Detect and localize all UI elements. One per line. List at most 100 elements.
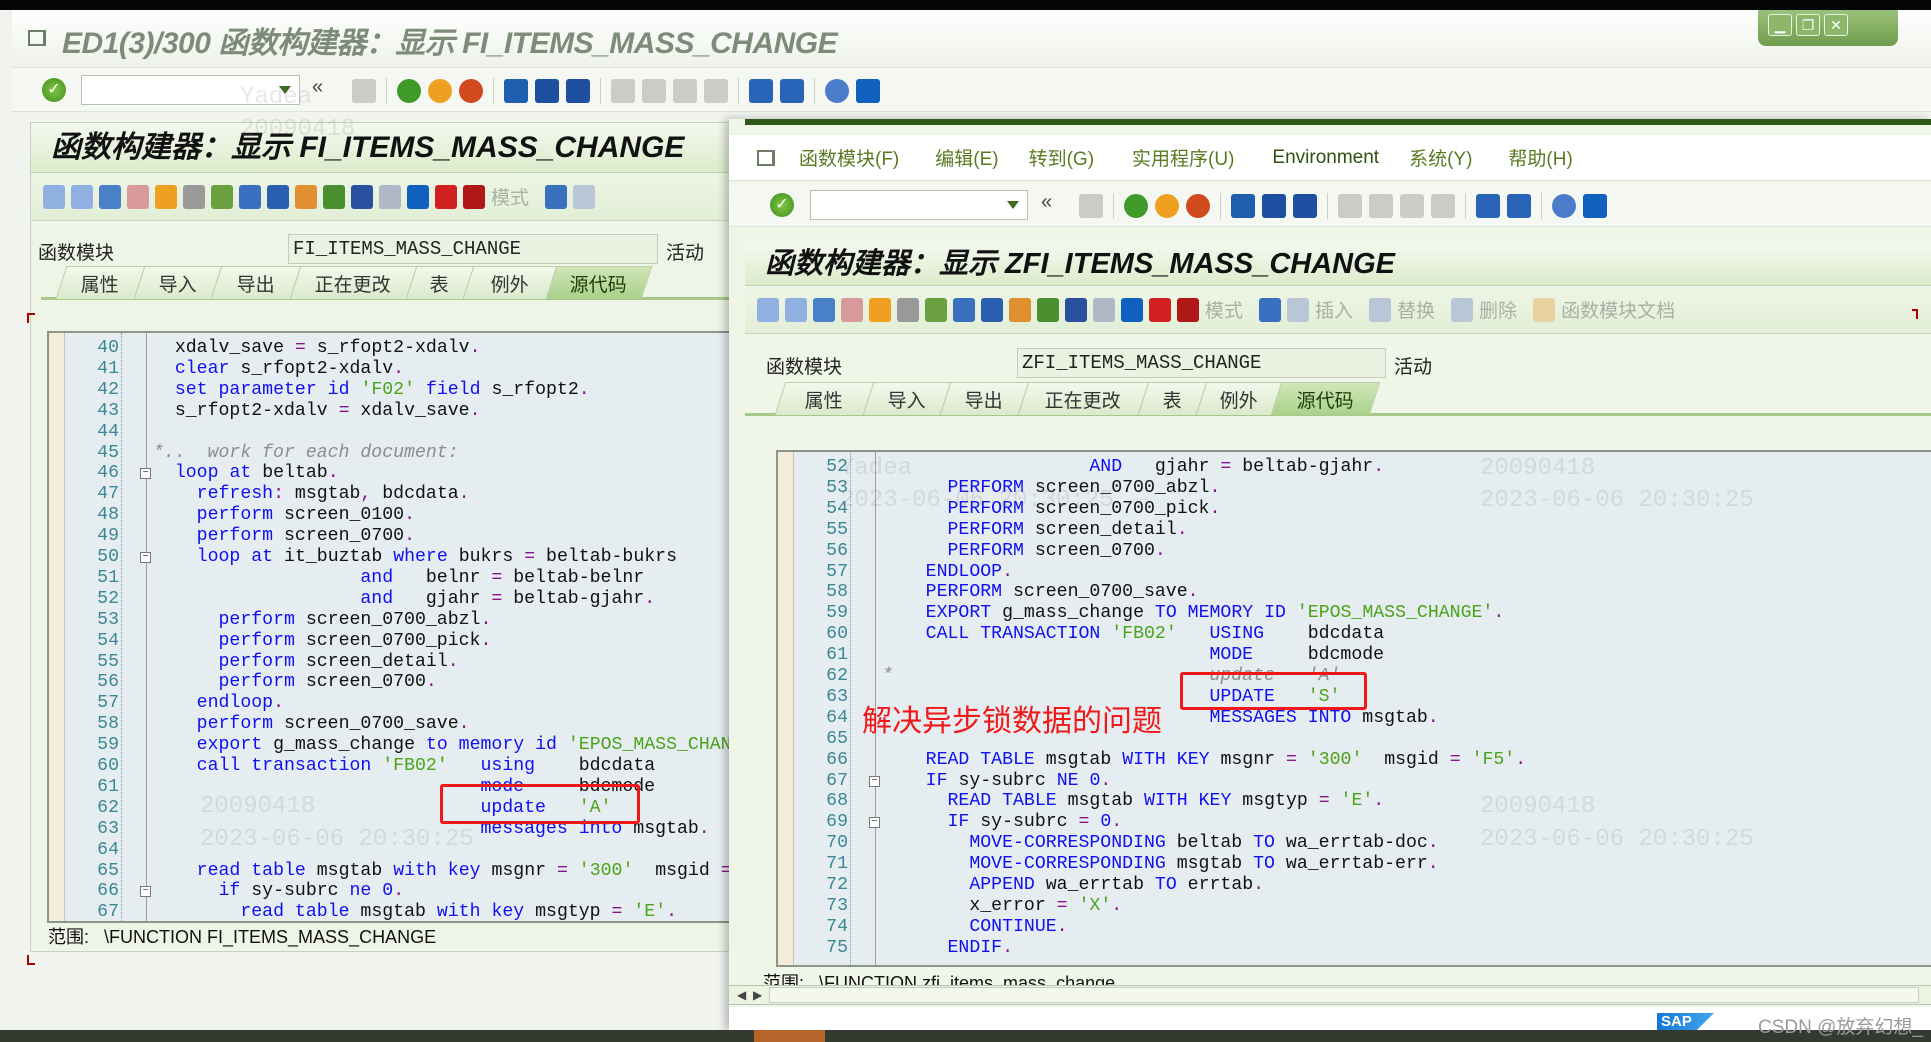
code-line[interactable]: x_error = 'X'.	[882, 896, 1122, 917]
enter-icon[interactable]: ✓	[42, 78, 66, 102]
code-line[interactable]: perform screen_0700_pick.	[153, 631, 492, 652]
delete-icon[interactable]	[1451, 297, 1474, 322]
save-icon[interactable]	[1079, 194, 1103, 218]
close-button[interactable]: ✕	[1824, 14, 1848, 36]
insert-button[interactable]: 插入	[1315, 296, 1353, 323]
next-page-icon[interactable]	[673, 79, 697, 103]
find-next-icon[interactable]	[1293, 194, 1317, 218]
dropdown-icon[interactable]	[279, 86, 291, 94]
cancel-icon[interactable]	[459, 79, 483, 103]
stop-icon[interactable]	[1177, 297, 1199, 322]
exit-icon[interactable]	[1155, 194, 1179, 218]
back-arrow-icon[interactable]	[757, 297, 779, 322]
code-line[interactable]: MOVE-CORRESPONDING beltab TO wa_errtab-d…	[882, 833, 1438, 854]
help-icon[interactable]	[1552, 194, 1576, 218]
tab-1[interactable]: 导入	[862, 382, 952, 415]
code-line[interactable]: PERFORM screen_detail.	[882, 520, 1188, 541]
menu-item-2[interactable]: 转到(G)	[1029, 144, 1094, 171]
forward-arrow-icon[interactable]	[785, 297, 807, 322]
code-line[interactable]: refresh: msgtab, bdcdata.	[153, 484, 470, 505]
shortcut-icon[interactable]	[780, 79, 804, 103]
menu-item-1[interactable]: 编辑(E)	[935, 144, 998, 171]
code-line[interactable]: loop at it_buztab where bukrs = beltab-b…	[153, 547, 677, 568]
menu-item-3[interactable]: 实用程序(U)	[1132, 144, 1234, 171]
scroll-left-icon[interactable]: ◀	[737, 988, 746, 1002]
tab-2[interactable]: 导出	[210, 266, 302, 299]
horizontal-scrollbar[interactable]: ◀ ▶	[729, 985, 1931, 1005]
back-icon[interactable]	[397, 79, 421, 103]
code-line[interactable]: set parameter id 'F02' field s_rfopt2.	[153, 380, 590, 401]
code-line[interactable]: READ TABLE msgtab WITH KEY msgnr = '300'…	[882, 750, 1526, 771]
tab-0[interactable]: 属性	[55, 266, 146, 299]
code-line[interactable]: IF sy-subrc NE 0.	[882, 771, 1112, 792]
active-inactive-icon[interactable]	[155, 184, 177, 209]
code-line[interactable]: call transaction 'FB02' using bdcdata	[153, 756, 655, 777]
code-line[interactable]: ENDLOOP.	[882, 562, 1013, 583]
code-line[interactable]: PERFORM screen_0700.	[882, 541, 1166, 562]
other-object-icon[interactable]	[813, 297, 835, 322]
code-line[interactable]: clear s_rfopt2-xdalv.	[153, 359, 404, 380]
info-icon[interactable]	[407, 184, 429, 209]
code-line[interactable]: CONTINUE.	[882, 917, 1067, 938]
scroll-right-icon[interactable]: ▶	[753, 988, 762, 1002]
code-line[interactable]: xdalv_save = s_rfopt2-xdalv.	[153, 338, 481, 359]
activate-icon[interactable]	[981, 297, 1003, 322]
fold-toggle-icon[interactable]: −	[140, 886, 151, 898]
print-icon[interactable]	[504, 79, 528, 103]
list-icon[interactable]	[379, 184, 401, 209]
pretty-printer-icon[interactable]	[351, 184, 373, 209]
tab-2[interactable]: 导出	[939, 382, 1030, 415]
other-object-icon[interactable]	[99, 184, 121, 209]
maximize-button[interactable]: ❐	[1796, 14, 1820, 36]
code-line[interactable]: and gjahr = beltab-gjahr.	[153, 589, 655, 610]
tab-6[interactable]: 源代码	[1270, 382, 1381, 415]
find-next-icon[interactable]	[566, 79, 590, 103]
code-line[interactable]: EXPORT g_mass_change TO MEMORY ID 'EPOS_…	[882, 603, 1505, 624]
code-line[interactable]: s_rfopt2-xdalv = xdalv_save.	[153, 401, 481, 422]
next-page-icon[interactable]	[1400, 194, 1424, 218]
where-used-icon[interactable]	[897, 297, 919, 322]
window-menu-icon[interactable]	[757, 149, 775, 166]
doc-button[interactable]: 函数模块文档	[1561, 296, 1675, 323]
tab-3[interactable]: 正在更改	[289, 266, 418, 299]
code-line[interactable]: export g_mass_change to memory id 'EPOS_…	[153, 735, 745, 756]
code-line[interactable]: PERFORM screen_0700_pick.	[882, 499, 1221, 520]
fold-toggle-icon[interactable]: −	[869, 817, 880, 829]
collapse-toolbar-button[interactable]: «	[1041, 191, 1052, 214]
breakpoint-icon[interactable]	[1149, 297, 1171, 322]
minimize-button[interactable]: ▁	[1768, 14, 1792, 36]
code-line[interactable]: PERFORM screen_0700_abzl.	[882, 478, 1221, 499]
check-icon[interactable]	[239, 184, 261, 209]
dropdown-icon[interactable]	[1007, 201, 1019, 209]
previous-page-icon[interactable]	[1369, 194, 1393, 218]
help-icon[interactable]	[825, 79, 849, 103]
code-line[interactable]: ENDIF.	[882, 938, 1014, 959]
new-session-icon[interactable]	[1476, 194, 1500, 218]
check-icon[interactable]	[953, 297, 975, 322]
scrollbar-track[interactable]	[769, 987, 1919, 1003]
test-icon[interactable]	[925, 297, 947, 322]
pretty-printer-icon[interactable]	[1065, 297, 1087, 322]
find-icon[interactable]	[1262, 194, 1286, 218]
display-change-icon[interactable]	[841, 297, 863, 322]
display-change-icon[interactable]	[127, 184, 149, 209]
code-line[interactable]: perform screen_detail.	[153, 652, 459, 673]
enter-icon[interactable]: ✓	[770, 193, 794, 217]
first-page-icon[interactable]	[1338, 194, 1362, 218]
function-module-field[interactable]: ZFI_ITEMS_MASS_CHANGE	[1017, 348, 1386, 378]
menu-item-4[interactable]: Environment	[1272, 147, 1379, 169]
command-field[interactable]	[810, 190, 1028, 220]
navigate-icon[interactable]	[1009, 297, 1031, 322]
last-page-icon[interactable]	[1431, 194, 1455, 218]
hierarchy-icon[interactable]	[1037, 297, 1059, 322]
exit-icon[interactable]	[428, 79, 452, 103]
code-line[interactable]: read table msgtab with key msgnr = '300'…	[153, 861, 745, 882]
stop-icon[interactable]	[463, 184, 485, 209]
tab-5[interactable]: 例外	[462, 266, 558, 299]
navigate-icon[interactable]	[295, 184, 317, 209]
code-line[interactable]: endloop.	[153, 693, 284, 714]
previous-page-icon[interactable]	[642, 79, 666, 103]
menu-item-0[interactable]: 函数模块(F)	[799, 144, 899, 171]
back-icon[interactable]	[1124, 194, 1148, 218]
breakpoint-icon[interactable]	[435, 184, 457, 209]
